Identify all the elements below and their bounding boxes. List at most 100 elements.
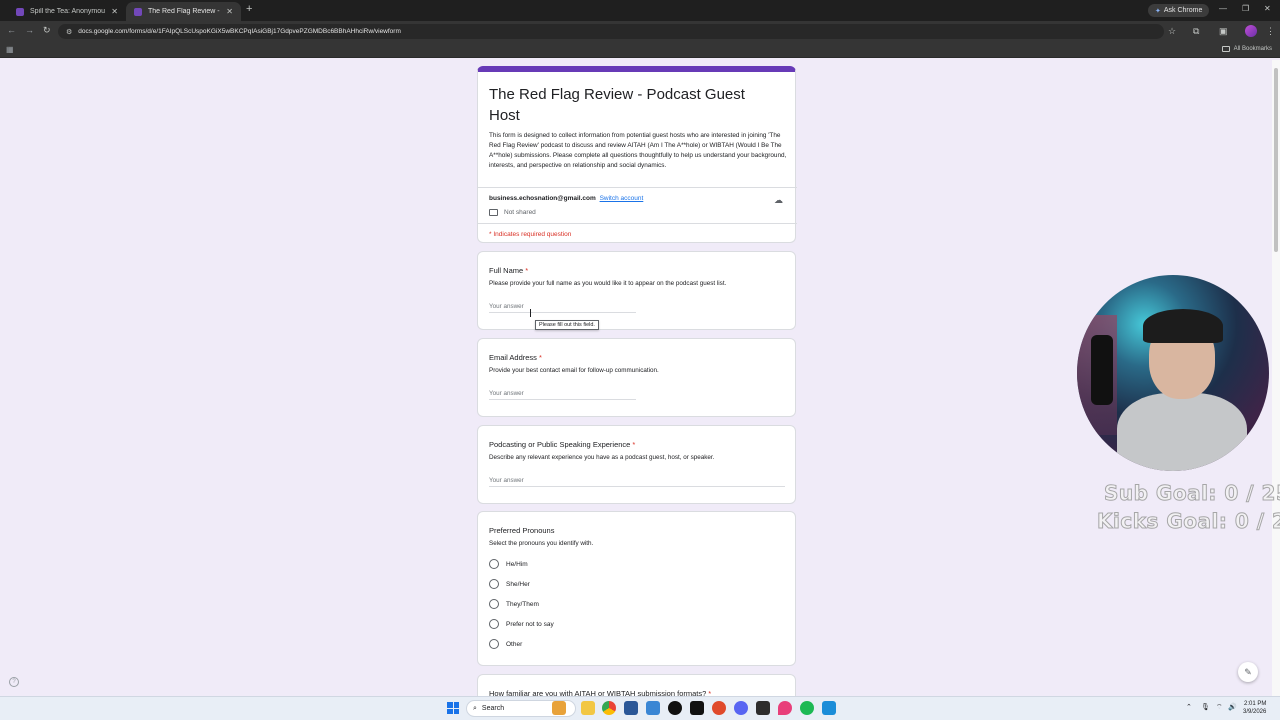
tray-chevron-icon[interactable]: ⌃ <box>1186 703 1192 711</box>
reload-icon[interactable]: ↻ <box>43 25 51 36</box>
folder-icon <box>1221 46 1230 52</box>
all-bookmarks-button[interactable]: All Bookmarks <box>1221 46 1272 52</box>
required-note: * Indicates required question <box>489 231 572 238</box>
taskbar-widget-icon[interactable] <box>552 701 566 715</box>
calculator-icon[interactable] <box>624 701 638 715</box>
tab-title: Spill the Tea: Anonymous AITA <box>30 8 106 15</box>
question-title: Email Address * <box>489 353 542 362</box>
close-tab-icon[interactable]: ✕ <box>111 7 118 16</box>
maps-pin-icon[interactable] <box>778 701 792 715</box>
back-icon[interactable]: ← <box>7 25 16 35</box>
discord-icon[interactable] <box>734 701 748 715</box>
search-icon: ⌕ <box>473 704 477 712</box>
radio-button[interactable] <box>489 599 499 609</box>
restore-icon[interactable]: ❐ <box>1242 4 1249 13</box>
ask-chrome-button[interactable]: ✦ Ask Chrome <box>1148 4 1210 17</box>
text-cursor <box>530 309 531 317</box>
radio-button[interactable] <box>489 619 499 629</box>
question-email: Email Address * Provide your best contact… <box>477 338 796 417</box>
required-asterisk: * <box>632 440 636 449</box>
store-icon[interactable] <box>646 701 660 715</box>
question-full-name: Full Name * Please provide your full name… <box>477 251 796 330</box>
validation-tooltip: Please fill out this field. <box>535 320 599 330</box>
edit-pencil-button[interactable]: ✎ <box>1238 662 1258 682</box>
question-experience: Podcasting or Public Speaking Experience… <box>477 425 796 504</box>
full-name-input[interactable] <box>489 301 636 313</box>
account-email: business.echosnation@gmail.com <box>489 195 596 202</box>
switch-account-link[interactable]: Switch account <box>600 195 644 202</box>
question-title: Podcasting or Public Speaking Experience… <box>489 440 635 449</box>
radio-option-he-him[interactable]: He/Him <box>489 559 528 569</box>
tiktok-icon[interactable] <box>690 701 704 715</box>
pencil-icon: ✎ <box>1244 666 1252 677</box>
brave-icon[interactable] <box>712 701 726 715</box>
question-title-text: Email Address <box>489 353 537 362</box>
question-title: Full Name * <box>489 266 528 275</box>
experience-input[interactable] <box>489 475 785 487</box>
not-shared-row: Not shared <box>489 209 536 216</box>
radio-option-they-them[interactable]: They/Them <box>489 599 539 609</box>
menu-kebab-icon[interactable]: ⋮ <box>1266 26 1275 37</box>
extensions-icon[interactable]: ⧉ <box>1193 26 1199 37</box>
radio-button[interactable] <box>489 579 499 589</box>
radio-option-she-her[interactable]: She/Her <box>489 579 530 589</box>
clock-date: 3/9/2026 <box>1243 709 1267 715</box>
close-window-icon[interactable]: ✕ <box>1264 4 1271 13</box>
not-shared-icon <box>489 209 498 216</box>
webcam-person-body <box>1117 393 1247 471</box>
divider <box>478 187 797 188</box>
question-title-text: Podcasting or Public Speaking Experience <box>489 440 631 449</box>
radio-option-other[interactable]: Other <box>489 639 522 649</box>
radio-button[interactable] <box>489 559 499 569</box>
radio-button[interactable] <box>489 639 499 649</box>
scrollbar-thumb[interactable] <box>1274 68 1278 252</box>
webcam-microphone <box>1091 335 1113 405</box>
site-info-icon[interactable]: ⚙ <box>66 28 72 36</box>
radio-label: He/Him <box>506 560 528 568</box>
radio-label: Prefer not to say <box>506 620 554 628</box>
taskbar-clock[interactable]: 2:01 PM 3/9/2026 <box>1243 700 1266 716</box>
app-icon[interactable] <box>822 701 836 715</box>
email-input[interactable] <box>489 388 636 400</box>
close-tab-icon[interactable]: ✕ <box>226 7 233 16</box>
webcam-feed <box>1077 275 1269 471</box>
wifi-icon[interactable]: ⌔ <box>1216 703 1223 712</box>
new-tab-icon[interactable]: + <box>246 3 252 15</box>
address-bar[interactable]: ⚙ docs.google.com/forms/d/e/1FAIpQLScUsp… <box>58 24 1164 39</box>
question-title-text: Full Name <box>489 266 524 275</box>
form-title: The Red Flag Review - Podcast Guest Host <box>489 86 745 124</box>
bookmark-star-icon[interactable]: ☆ <box>1168 26 1176 37</box>
question-description: Describe any relevant experience you hav… <box>489 454 715 461</box>
required-asterisk: * <box>538 353 542 362</box>
minimize-icon[interactable]: — <box>1219 4 1227 13</box>
required-asterisk: * <box>525 266 529 275</box>
browser-toolbar: ← → ↻ ⚙ docs.google.com/forms/d/e/1FAIpQ… <box>0 21 1280 42</box>
apps-grid-icon[interactable]: ▦ <box>6 45 14 54</box>
help-icon[interactable]: ? <box>9 677 19 687</box>
windows-start-icon[interactable] <box>447 702 459 714</box>
chrome-icon[interactable] <box>602 701 616 715</box>
not-shared-label: Not shared <box>504 209 536 216</box>
kicks-goal-text: Kicks Goal: 0 / 2500 <box>1097 509 1280 534</box>
microphone-icon[interactable]: 🎙 <box>1201 703 1210 711</box>
sub-goal-text: Sub Goal: 0 / 25 <box>1103 481 1280 506</box>
radio-option-prefer-not-to-say[interactable]: Prefer not to say <box>489 619 554 629</box>
terminal-icon[interactable] <box>756 701 770 715</box>
obs-icon[interactable] <box>668 701 682 715</box>
sparkle-icon: ✦ <box>1155 7 1161 15</box>
form-header-card: The Red Flag Review - Podcast Guest Host… <box>477 66 797 243</box>
question-description: Provide your best contact email for foll… <box>489 367 659 374</box>
forward-icon[interactable]: → <box>25 25 34 35</box>
volume-icon[interactable]: 🔊 <box>1228 703 1237 711</box>
radio-label: They/Them <box>506 600 539 608</box>
side-panel-icon[interactable]: ▣ <box>1219 26 1228 37</box>
tab-red-flag-review[interactable]: The Red Flag Review - Podcast ✕ <box>126 2 241 21</box>
webcam-person-cap <box>1143 309 1223 343</box>
url-text: docs.google.com/forms/d/e/1FAIpQLScUspoK… <box>78 28 401 35</box>
spotify-icon[interactable] <box>800 701 814 715</box>
tab-title: The Red Flag Review - Podcast <box>148 8 220 15</box>
tab-spill-the-tea[interactable]: Spill the Tea: Anonymous AITA ✕ <box>8 2 126 21</box>
file-explorer-icon[interactable] <box>581 701 595 715</box>
divider <box>478 223 797 224</box>
profile-avatar[interactable] <box>1245 25 1257 37</box>
